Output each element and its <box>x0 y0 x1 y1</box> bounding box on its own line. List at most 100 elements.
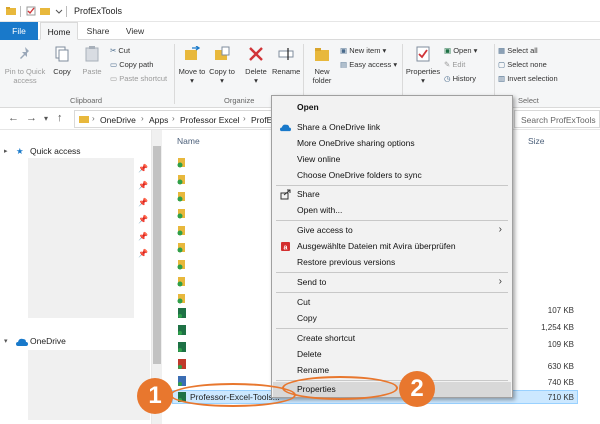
copy-to-button[interactable]: Copy to ▾ <box>208 46 236 85</box>
menu-item-choose-folders-to-sync[interactable]: Choose OneDrive folders to sync <box>272 168 512 183</box>
menu-item-label: Send to <box>297 277 327 287</box>
chevron-down-icon: ▾ <box>473 46 478 55</box>
menu-item-open[interactable]: Open <box>272 100 512 115</box>
tab-share[interactable]: Share <box>80 22 116 40</box>
window-title: ProfExTools <box>74 6 123 16</box>
menu-separator <box>276 292 508 293</box>
new-item-button[interactable]: ▣ New item ▾ <box>340 46 386 56</box>
menu-item-restore-previous-versions[interactable]: Restore previous versions <box>272 255 512 270</box>
forward-arrow-icon[interactable]: → <box>26 112 37 124</box>
cut-button[interactable]: ✂ Cut <box>110 46 130 56</box>
menu-item-copy[interactable]: Copy <box>272 311 512 326</box>
menu-item-label: Share a OneDrive link <box>297 122 381 132</box>
easy-access-icon: ▤ <box>340 60 348 69</box>
callout-ring-properties <box>282 376 398 400</box>
menu-item-more-sharing-options[interactable]: More OneDrive sharing options <box>272 136 512 151</box>
history-icon: ◷ <box>444 74 451 83</box>
column-header-size[interactable]: Size <box>528 136 545 146</box>
file-synced-icon <box>177 260 185 270</box>
tab-view[interactable]: View <box>118 22 152 40</box>
quick-access-item[interactable]: Quick access <box>30 146 81 156</box>
file-synced-icon <box>177 294 185 304</box>
tab-home[interactable]: Home <box>40 22 78 40</box>
paste-shortcut-icon: ▭ <box>110 74 118 83</box>
paste-button[interactable]: Paste <box>78 46 106 76</box>
breadcrumb-separator: › <box>141 114 144 123</box>
tab-file[interactable]: File <box>0 22 38 40</box>
menu-item-label: Open with... <box>297 205 343 215</box>
menu-item-give-access-to[interactable]: Give access to › <box>272 223 512 238</box>
edit-icon: ✎ <box>444 60 451 69</box>
paste-shortcut-button[interactable]: ▭ Paste shortcut <box>110 74 167 84</box>
delete-button[interactable]: Delete ▾ <box>242 46 270 85</box>
menu-item-cut[interactable]: Cut <box>272 295 512 310</box>
select-all-label: Select all <box>507 46 538 55</box>
new-folder-label: New folder <box>312 67 332 85</box>
customize-quick-access-icon[interactable] <box>54 6 64 16</box>
copy-to-icon <box>215 46 230 60</box>
svg-text:a: a <box>284 245 288 252</box>
rename-icon <box>278 48 294 60</box>
file-size: 710 KB <box>547 393 574 402</box>
pin-icon: 📌 <box>138 198 148 207</box>
collapse-chevron-icon[interactable]: ▾ <box>4 337 8 345</box>
menu-item-send-to[interactable]: Send to › <box>272 275 512 290</box>
menu-item-create-shortcut[interactable]: Create shortcut <box>272 331 512 346</box>
menu-item-rename[interactable]: Rename <box>272 363 512 378</box>
breadcrumb-apps[interactable]: Apps <box>149 115 168 125</box>
history-button[interactable]: ◷ History <box>444 74 476 84</box>
menu-item-label: Restore previous versions <box>297 257 396 267</box>
breadcrumb-onedrive[interactable]: OneDrive <box>100 115 136 125</box>
onedrive-item[interactable]: OneDrive <box>30 336 66 346</box>
breadcrumb-professor-excel[interactable]: Professor Excel <box>180 115 240 125</box>
file-synced-icon <box>177 158 185 168</box>
menu-item-delete[interactable]: Delete <box>272 347 512 362</box>
menu-item-share-onedrive-link[interactable]: Share a OneDrive link <box>272 120 512 135</box>
expand-chevron-icon[interactable]: ▸ <box>4 147 8 155</box>
search-box[interactable]: Search ProfExTools <box>514 110 600 128</box>
select-all-button[interactable]: ▦ Select all <box>498 46 538 56</box>
rename-button[interactable]: Rename <box>272 46 300 76</box>
breadcrumb-separator: › <box>172 114 175 123</box>
invert-selection-button[interactable]: ▥ Invert selection <box>498 74 558 84</box>
properties-quick-icon[interactable] <box>26 6 36 16</box>
file-icon <box>178 359 186 369</box>
nav-pane-scroll-thumb[interactable] <box>153 146 161 364</box>
callout-badge-1: 1 <box>137 378 173 414</box>
new-folder-button[interactable]: New folder <box>306 46 338 85</box>
menu-item-label: View online <box>297 154 341 164</box>
chevron-down-icon: ▾ <box>421 76 425 85</box>
copy-button[interactable]: Copy <box>48 46 76 76</box>
history-label: History <box>452 74 476 83</box>
title-bar: ProfExTools <box>0 0 600 22</box>
invert-selection-icon: ▥ <box>498 74 506 83</box>
menu-item-open-with[interactable]: Open with... <box>272 203 512 218</box>
menu-item-share[interactable]: Share <box>272 187 512 202</box>
up-arrow-icon[interactable]: ↑ <box>57 112 63 124</box>
move-to-button[interactable]: Move to ▾ <box>178 45 206 85</box>
copy-path-button[interactable]: ▭ Copy path <box>110 60 153 70</box>
pin-icon: 📌 <box>138 164 148 173</box>
star-icon: ★ <box>16 146 24 156</box>
select-group-label: Select <box>518 96 539 105</box>
easy-access-button[interactable]: ▤ Easy access ▾ <box>340 60 397 70</box>
properties-button[interactable]: Properties ▾ <box>404 46 442 85</box>
excel-file-icon <box>178 308 186 318</box>
share-icon <box>280 189 291 200</box>
column-header-name[interactable]: Name <box>177 136 200 146</box>
properties-icon <box>416 46 430 62</box>
menu-item-view-online[interactable]: View online <box>272 152 512 167</box>
recent-locations-chevron-icon[interactable]: ▾ <box>44 114 48 123</box>
back-arrow-icon[interactable]: ← <box>8 112 19 124</box>
menu-item-label: More OneDrive sharing options <box>297 138 415 148</box>
pin-to-quick-access-button[interactable]: Pin to Quick access <box>2 46 48 85</box>
menu-item-avira-scan[interactable]: a Ausgewählte Dateien mit Avira überprüf… <box>272 239 512 254</box>
menu-item-label: Choose OneDrive folders to sync <box>297 170 422 180</box>
pin-icon: 📌 <box>138 249 148 258</box>
new-folder-quick-icon[interactable] <box>40 6 50 16</box>
open-button[interactable]: ▣ Open ▾ <box>444 46 477 56</box>
edit-button[interactable]: ✎ Edit <box>444 60 465 70</box>
select-none-button[interactable]: ▢ Select none <box>498 60 547 70</box>
menu-item-label: Delete <box>297 349 322 359</box>
pin-icon: 📌 <box>138 215 148 224</box>
